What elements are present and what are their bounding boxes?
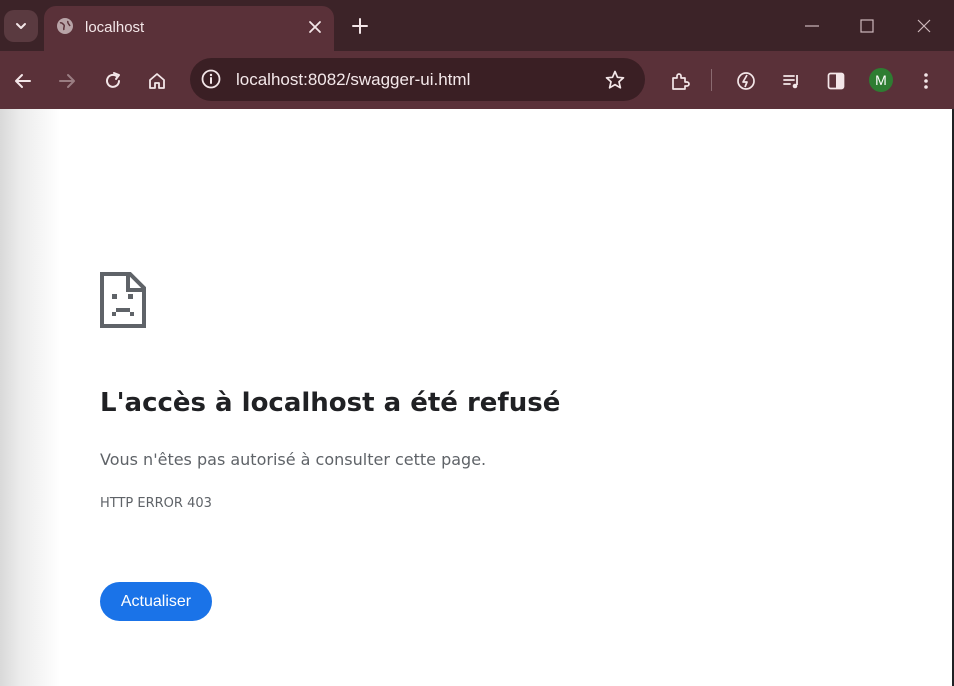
new-tab-plus-icon[interactable] bbox=[350, 16, 370, 36]
performance-icon[interactable] bbox=[735, 70, 757, 92]
reload-icon[interactable] bbox=[102, 70, 124, 92]
toolbar-separator bbox=[711, 69, 712, 91]
media-controls-icon[interactable] bbox=[781, 70, 803, 92]
error-description: Vous n'êtes pas autorisé à consulter cet… bbox=[100, 450, 487, 469]
window-edge-shadow bbox=[0, 109, 60, 686]
url-text[interactable]: localhost:8082/swagger-ui.html bbox=[236, 70, 470, 90]
more-vertical-icon[interactable] bbox=[915, 70, 937, 92]
forward-arrow-icon[interactable] bbox=[56, 70, 78, 92]
profile-avatar[interactable]: M bbox=[869, 68, 893, 92]
error-code: HTTP ERROR 403 bbox=[100, 496, 212, 511]
back-arrow-icon[interactable] bbox=[12, 70, 34, 92]
side-panel-icon[interactable] bbox=[825, 70, 847, 92]
sad-document-icon bbox=[100, 272, 146, 328]
error-title: L'accès à localhost a été refusé bbox=[100, 388, 561, 418]
window-close-icon[interactable] bbox=[914, 16, 934, 36]
browser-toolbar: localhost:8082/swagger-ui.html M bbox=[0, 51, 954, 109]
globe-icon bbox=[57, 18, 73, 34]
site-info-icon[interactable] bbox=[200, 68, 222, 90]
close-icon[interactable] bbox=[306, 18, 324, 36]
tab-title: localhost bbox=[85, 19, 145, 36]
tab-strip: localhost bbox=[0, 0, 954, 51]
tab-search-button[interactable] bbox=[4, 10, 38, 42]
home-icon[interactable] bbox=[146, 70, 168, 92]
maximize-icon[interactable] bbox=[857, 16, 877, 36]
address-bar[interactable]: localhost:8082/swagger-ui.html bbox=[190, 58, 645, 101]
minimize-icon[interactable] bbox=[802, 16, 822, 36]
extensions-icon[interactable] bbox=[669, 70, 691, 92]
tab-active[interactable]: localhost bbox=[44, 6, 334, 51]
reload-button[interactable]: Actualiser bbox=[100, 582, 212, 621]
bookmark-star-icon[interactable] bbox=[604, 69, 626, 91]
chevron-down-icon bbox=[16, 23, 26, 29]
